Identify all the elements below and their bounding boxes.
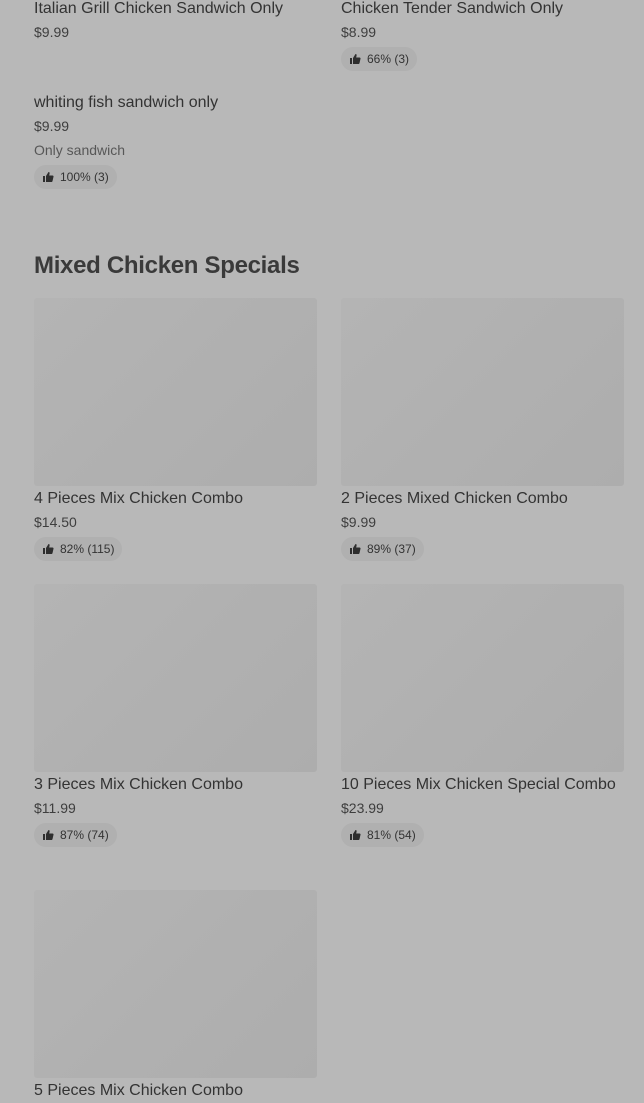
menu-item-3-pieces[interactable]: 3 Pieces Mix Chicken Combo $11.99 87% (7… — [34, 775, 317, 847]
rating-badge: 66% (3) — [341, 47, 418, 71]
menu-item-italian-grill[interactable]: Italian Grill Chicken Sandwich Only $9.9… — [34, 0, 317, 41]
item-name: 4 Pieces Mix Chicken Combo — [34, 490, 243, 507]
thumbs-up-icon — [349, 53, 361, 65]
item-image[interactable] — [34, 890, 317, 1078]
item-price: $8.99 — [341, 24, 377, 40]
menu-item-10-pieces[interactable]: 10 Pieces Mix Chicken Special Combo $23.… — [341, 775, 624, 847]
item-image[interactable] — [34, 298, 317, 486]
rating-badge: 87% (74) — [34, 823, 117, 847]
item-description: Only sandwich — [34, 142, 126, 158]
item-price: $11.99 — [34, 800, 76, 816]
menu-item-2-pieces[interactable]: 2 Pieces Mixed Chicken Combo $9.99 89% (… — [341, 489, 624, 561]
thumbs-up-icon — [42, 829, 54, 841]
rating-badge: 100% (3) — [34, 165, 117, 189]
thumbs-up-icon — [42, 171, 54, 183]
item-price: $9.99 — [341, 514, 377, 530]
rating-text: 66% (3) — [367, 52, 410, 66]
item-price: $9.99 — [34, 118, 70, 134]
menu-item-whiting-fish[interactable]: whiting fish sandwich only $9.99 Only sa… — [34, 93, 317, 189]
thumbs-up-icon — [349, 543, 361, 555]
section-title: Mixed Chicken Specials — [34, 252, 300, 279]
item-price: $14.50 — [34, 514, 77, 530]
rating-text: 81% (54) — [367, 828, 416, 842]
rating-text: 87% (74) — [60, 828, 109, 842]
menu-item-chicken-tender[interactable]: Chicken Tender Sandwich Only $8.99 66% (… — [341, 0, 624, 71]
item-name: Chicken Tender Sandwich Only — [341, 0, 564, 17]
rating-badge: 81% (54) — [341, 823, 424, 847]
item-name: whiting fish sandwich only — [34, 94, 219, 111]
rating-badge: 82% (115) — [34, 537, 123, 561]
item-name: 3 Pieces Mix Chicken Combo — [34, 776, 243, 793]
item-name: Italian Grill Chicken Sandwich Only — [34, 0, 283, 17]
item-image[interactable] — [34, 584, 317, 772]
item-name: 5 Pieces Mix Chicken Combo — [34, 1082, 243, 1099]
item-price: $9.99 — [34, 24, 70, 40]
item-price: $23.99 — [341, 800, 384, 816]
rating-text: 82% (115) — [60, 542, 115, 556]
rating-text: 100% (3) — [60, 170, 109, 184]
thumbs-up-icon — [42, 543, 54, 555]
item-name: 10 Pieces Mix Chicken Special Combo — [341, 776, 616, 793]
menu-item-4-pieces[interactable]: 4 Pieces Mix Chicken Combo $14.50 82% (1… — [34, 489, 317, 561]
item-name: 2 Pieces Mixed Chicken Combo — [341, 490, 568, 507]
menu-item-5-pieces[interactable]: 5 Pieces Mix Chicken Combo — [34, 1081, 317, 1101]
item-image[interactable] — [341, 298, 624, 486]
item-image[interactable] — [341, 584, 624, 772]
rating-text: 89% (37) — [367, 542, 416, 556]
thumbs-up-icon — [349, 829, 361, 841]
rating-badge: 89% (37) — [341, 537, 424, 561]
